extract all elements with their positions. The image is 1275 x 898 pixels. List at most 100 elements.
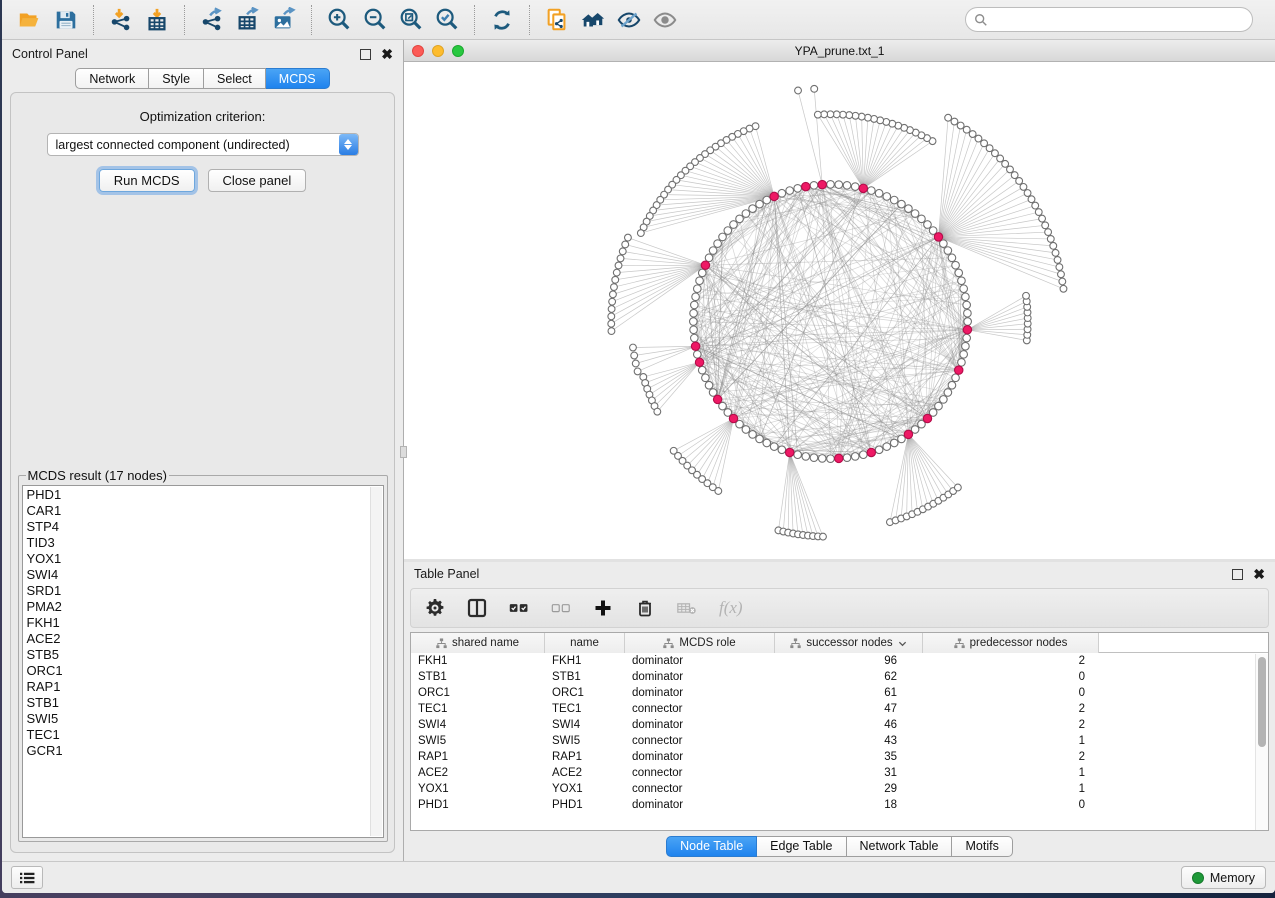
graph-hub-node-selected[interactable]: [802, 182, 810, 190]
graph-node[interactable]: [742, 210, 750, 218]
graph-node[interactable]: [948, 254, 956, 262]
table-scrollbar-thumb[interactable]: [1258, 657, 1266, 747]
graph-node[interactable]: [883, 193, 891, 201]
table-cell[interactable]: 47: [775, 701, 923, 717]
table-cell[interactable]: RAP1: [411, 749, 545, 765]
graph-node[interactable]: [962, 293, 970, 301]
graph-hub-node-selected[interactable]: [923, 414, 931, 422]
table-cell[interactable]: 2: [923, 653, 1099, 669]
graph-leaf-node[interactable]: [1011, 172, 1018, 179]
table-cell[interactable]: YOX1: [545, 781, 625, 797]
graph-node[interactable]: [851, 183, 859, 191]
table-cell[interactable]: TEC1: [411, 701, 545, 717]
table-cell[interactable]: 96: [775, 653, 923, 669]
graph-node[interactable]: [958, 277, 966, 285]
graph-node[interactable]: [963, 301, 971, 309]
graph-node[interactable]: [749, 205, 757, 213]
table-cell[interactable]: connector: [625, 733, 775, 749]
table-cell[interactable]: ORC1: [545, 685, 625, 701]
table-cell[interactable]: dominator: [625, 653, 775, 669]
column-header-name[interactable]: name: [545, 633, 625, 653]
graph-node[interactable]: [692, 293, 700, 301]
table-cell[interactable]: 43: [775, 733, 923, 749]
graph-leaf-node[interactable]: [715, 488, 722, 495]
export-table-button[interactable]: [230, 3, 266, 37]
table-row[interactable]: ORC1ORC1dominator610: [411, 685, 1268, 701]
table-cell[interactable]: connector: [625, 781, 775, 797]
graph-leaf-node[interactable]: [1052, 249, 1059, 256]
mcds-result-list[interactable]: PHD1CAR1STP4TID3YOX1SWI4SRD1PMA2FKH1ACE2…: [22, 485, 384, 838]
result-list-item[interactable]: RAP1: [27, 679, 383, 695]
graph-node[interactable]: [690, 326, 698, 334]
graph-leaf-node[interactable]: [975, 135, 982, 142]
graph-leaf-node[interactable]: [619, 248, 626, 255]
graph-node[interactable]: [898, 200, 906, 208]
result-list-item[interactable]: ORC1: [27, 663, 383, 679]
table-tab-motifs[interactable]: Motifs: [952, 836, 1012, 857]
graph-node[interactable]: [698, 366, 706, 374]
zoom-in-button[interactable]: [321, 3, 357, 37]
graph-leaf-node[interactable]: [634, 368, 641, 375]
table-cell[interactable]: 29: [775, 781, 923, 797]
result-list-item[interactable]: GCR1: [27, 743, 383, 759]
graph-node[interactable]: [883, 443, 891, 451]
graph-node[interactable]: [691, 334, 699, 342]
graph-hub-node-selected[interactable]: [729, 414, 737, 422]
graph-node[interactable]: [952, 374, 960, 382]
clear-table-button[interactable]: [677, 594, 697, 622]
table-cell[interactable]: SWI5: [411, 733, 545, 749]
graph-leaf-node[interactable]: [613, 269, 620, 276]
table-cell[interactable]: SWI5: [545, 733, 625, 749]
table-cell[interactable]: dominator: [625, 669, 775, 685]
graph-leaf-node[interactable]: [630, 344, 637, 351]
graph-node[interactable]: [763, 439, 771, 447]
result-list-item[interactable]: SWI5: [27, 711, 383, 727]
result-list-item[interactable]: YOX1: [27, 551, 383, 567]
table-cell[interactable]: 2: [923, 749, 1099, 765]
network-graph[interactable]: [404, 62, 1275, 559]
graph-node[interactable]: [924, 221, 932, 229]
graph-node[interactable]: [827, 181, 835, 189]
table-row[interactable]: PHD1PHD1dominator180: [411, 797, 1268, 813]
import-table-button[interactable]: [139, 3, 175, 37]
graph-node[interactable]: [724, 227, 732, 235]
split-panel-button[interactable]: [467, 594, 487, 622]
graph-node[interactable]: [756, 200, 764, 208]
graph-node[interactable]: [960, 285, 968, 293]
table-cell[interactable]: dominator: [625, 797, 775, 813]
search-input[interactable]: [994, 13, 1244, 27]
graph-leaf-node[interactable]: [617, 255, 624, 262]
graph-leaf-node[interactable]: [1007, 166, 1014, 173]
graph-leaf-node[interactable]: [611, 284, 618, 291]
graph-leaf-node[interactable]: [814, 111, 821, 118]
table-scrollbar[interactable]: [1255, 654, 1268, 830]
graph-leaf-node[interactable]: [811, 85, 818, 92]
table-tab-network-table[interactable]: Network Table: [847, 836, 953, 857]
float-table-panel-icon[interactable]: [1232, 569, 1243, 580]
graph-leaf-node[interactable]: [1016, 178, 1023, 185]
table-cell[interactable]: 2: [923, 701, 1099, 717]
graph-leaf-node[interactable]: [622, 241, 629, 248]
graph-node[interactable]: [709, 247, 717, 255]
graph-leaf-node[interactable]: [1059, 278, 1066, 285]
result-list-item[interactable]: PMA2: [27, 599, 383, 615]
graph-leaf-node[interactable]: [1045, 229, 1052, 236]
table-cell[interactable]: 61: [775, 685, 923, 701]
hide-selected-button[interactable]: [611, 3, 647, 37]
table-cell[interactable]: TEC1: [545, 701, 625, 717]
graph-node[interactable]: [749, 431, 757, 439]
graph-hub-node-selected[interactable]: [818, 180, 826, 188]
table-row[interactable]: ACE2ACE2connector311: [411, 765, 1268, 781]
graph-leaf-node[interactable]: [951, 118, 958, 125]
graph-leaf-node[interactable]: [1060, 285, 1067, 292]
graph-hub-node-selected[interactable]: [770, 192, 778, 200]
graph-node[interactable]: [835, 181, 843, 189]
table-cell[interactable]: ACE2: [545, 765, 625, 781]
graph-hub-node-selected[interactable]: [691, 342, 699, 350]
graph-leaf-node[interactable]: [1023, 292, 1030, 299]
result-list-item[interactable]: SRD1: [27, 583, 383, 599]
graph-node[interactable]: [962, 342, 970, 350]
graph-leaf-node[interactable]: [615, 262, 622, 269]
graph-leaf-node[interactable]: [631, 352, 638, 359]
graph-leaf-node[interactable]: [1020, 184, 1027, 191]
